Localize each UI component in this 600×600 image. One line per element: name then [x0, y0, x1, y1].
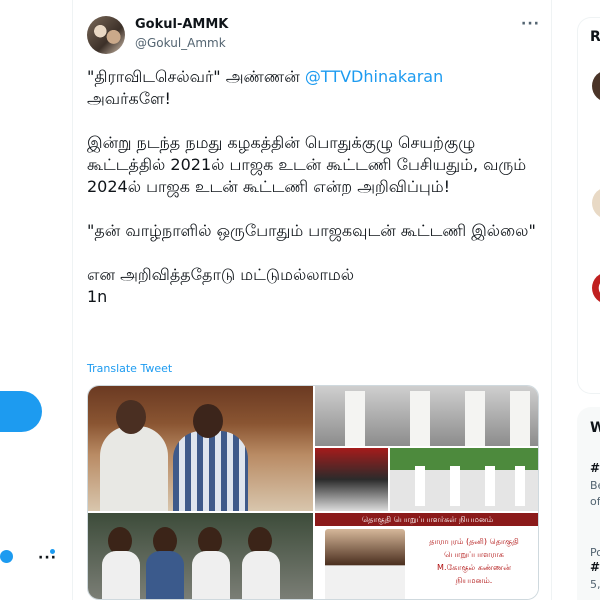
author-handle[interactable]: @Gokul_Ammk	[135, 36, 226, 50]
trend-item[interactable]: #	[590, 461, 600, 475]
tweet-paragraph-2: இன்று நடந்த நமது கழகத்தின் பொதுக்குழு செ…	[87, 133, 527, 196]
photo-figure	[415, 466, 425, 506]
media-caption: தாராபுரம் (தனி) தொகுதி பொறுப்பாளராக M.கோ…	[413, 535, 535, 587]
caption-line: தாராபுரம் (தனி) தொகுதி	[429, 537, 519, 546]
photo-figure	[485, 466, 495, 506]
caption-line: M.கோகுல் கண்ணன்	[437, 563, 511, 572]
tweet-compose-button[interactable]	[0, 391, 42, 432]
photo-figure	[345, 391, 365, 446]
tweet-line-1-text: "திராவிடசெல்வர்" அண்ணன்	[87, 67, 305, 86]
trend-item[interactable]: #I	[590, 560, 600, 574]
media-banner-text: தொகுதி பொறுப்பாளர்கள் நியமனம்	[315, 513, 538, 526]
speaker-photo	[325, 529, 405, 599]
photo-figure	[465, 391, 485, 446]
photo-person	[146, 551, 184, 599]
mention-link[interactable]: @TTVDhinakaran	[305, 67, 443, 86]
photo-figure	[410, 391, 430, 446]
whats-happening-heading: W	[590, 420, 600, 436]
photo-figure	[515, 466, 525, 506]
author-avatar[interactable]	[87, 16, 125, 54]
tweet-paragraph-4: என அறிவித்ததோடு மட்டுமல்லாமல்	[87, 265, 355, 284]
photo-head	[193, 404, 223, 438]
media-photo-4[interactable]	[390, 448, 538, 511]
photo-figure	[510, 391, 530, 446]
account-more-icon[interactable]: ···	[38, 551, 57, 565]
trend-item-category: Po	[590, 546, 600, 559]
tweet-media-grid: தொகுதி பொறுப்பாளர்கள் நியமனம் தாராபுரம் …	[87, 385, 539, 600]
verified-badge-icon	[0, 550, 13, 563]
translate-tweet-link[interactable]: Translate Tweet	[87, 362, 172, 375]
tweet-paragraph-3: "தன் வாழ்நாளில் ஒருபோதும் பாஜகவுடன் கூட்…	[87, 221, 536, 240]
tweet-column: Gokul-AMMK @Gokul_Ammk ··· "திராவிடசெல்வ…	[72, 0, 552, 600]
photo-person	[173, 431, 248, 511]
media-photo-2[interactable]	[315, 386, 538, 446]
relevant-people-heading: R	[590, 29, 600, 45]
photo-person	[242, 551, 280, 599]
tweet-line-2: அவர்களே!	[87, 89, 171, 108]
media-photo-5[interactable]	[88, 513, 313, 599]
photo-head	[116, 400, 146, 434]
photo-person	[192, 551, 230, 599]
photo-person	[100, 426, 168, 511]
trend-item-count: 5,	[590, 578, 600, 591]
tweet-more-icon[interactable]: ···	[521, 16, 540, 32]
left-navigation: ···	[0, 0, 72, 600]
caption-line: நியமனம்.	[455, 576, 493, 585]
author-name[interactable]: Gokul-AMMK	[135, 17, 228, 32]
trend-item-desc: of	[590, 495, 600, 508]
media-photo-6[interactable]: தொகுதி பொறுப்பாளர்கள் நியமனம் தாராபுரம் …	[315, 513, 538, 599]
photo-figure	[450, 466, 460, 506]
right-sidebar: R W # Be of Po #I 5,	[577, 0, 600, 600]
tweet-line-1: "திராவிடசெல்வர்" அண்ணன் @TTVDhinakaran	[87, 66, 539, 88]
caption-line: பொறுப்பாளராக	[444, 550, 504, 559]
media-photo-1[interactable]	[88, 386, 313, 511]
photo-person	[102, 551, 140, 599]
media-photo-3[interactable]	[315, 448, 388, 511]
tweet-paragraph-5: 1n	[87, 287, 108, 306]
trend-item-desc: Be	[590, 479, 600, 492]
tweet-text: "திராவிடசெல்வர்" அண்ணன் @TTVDhinakaran அ…	[87, 66, 539, 308]
